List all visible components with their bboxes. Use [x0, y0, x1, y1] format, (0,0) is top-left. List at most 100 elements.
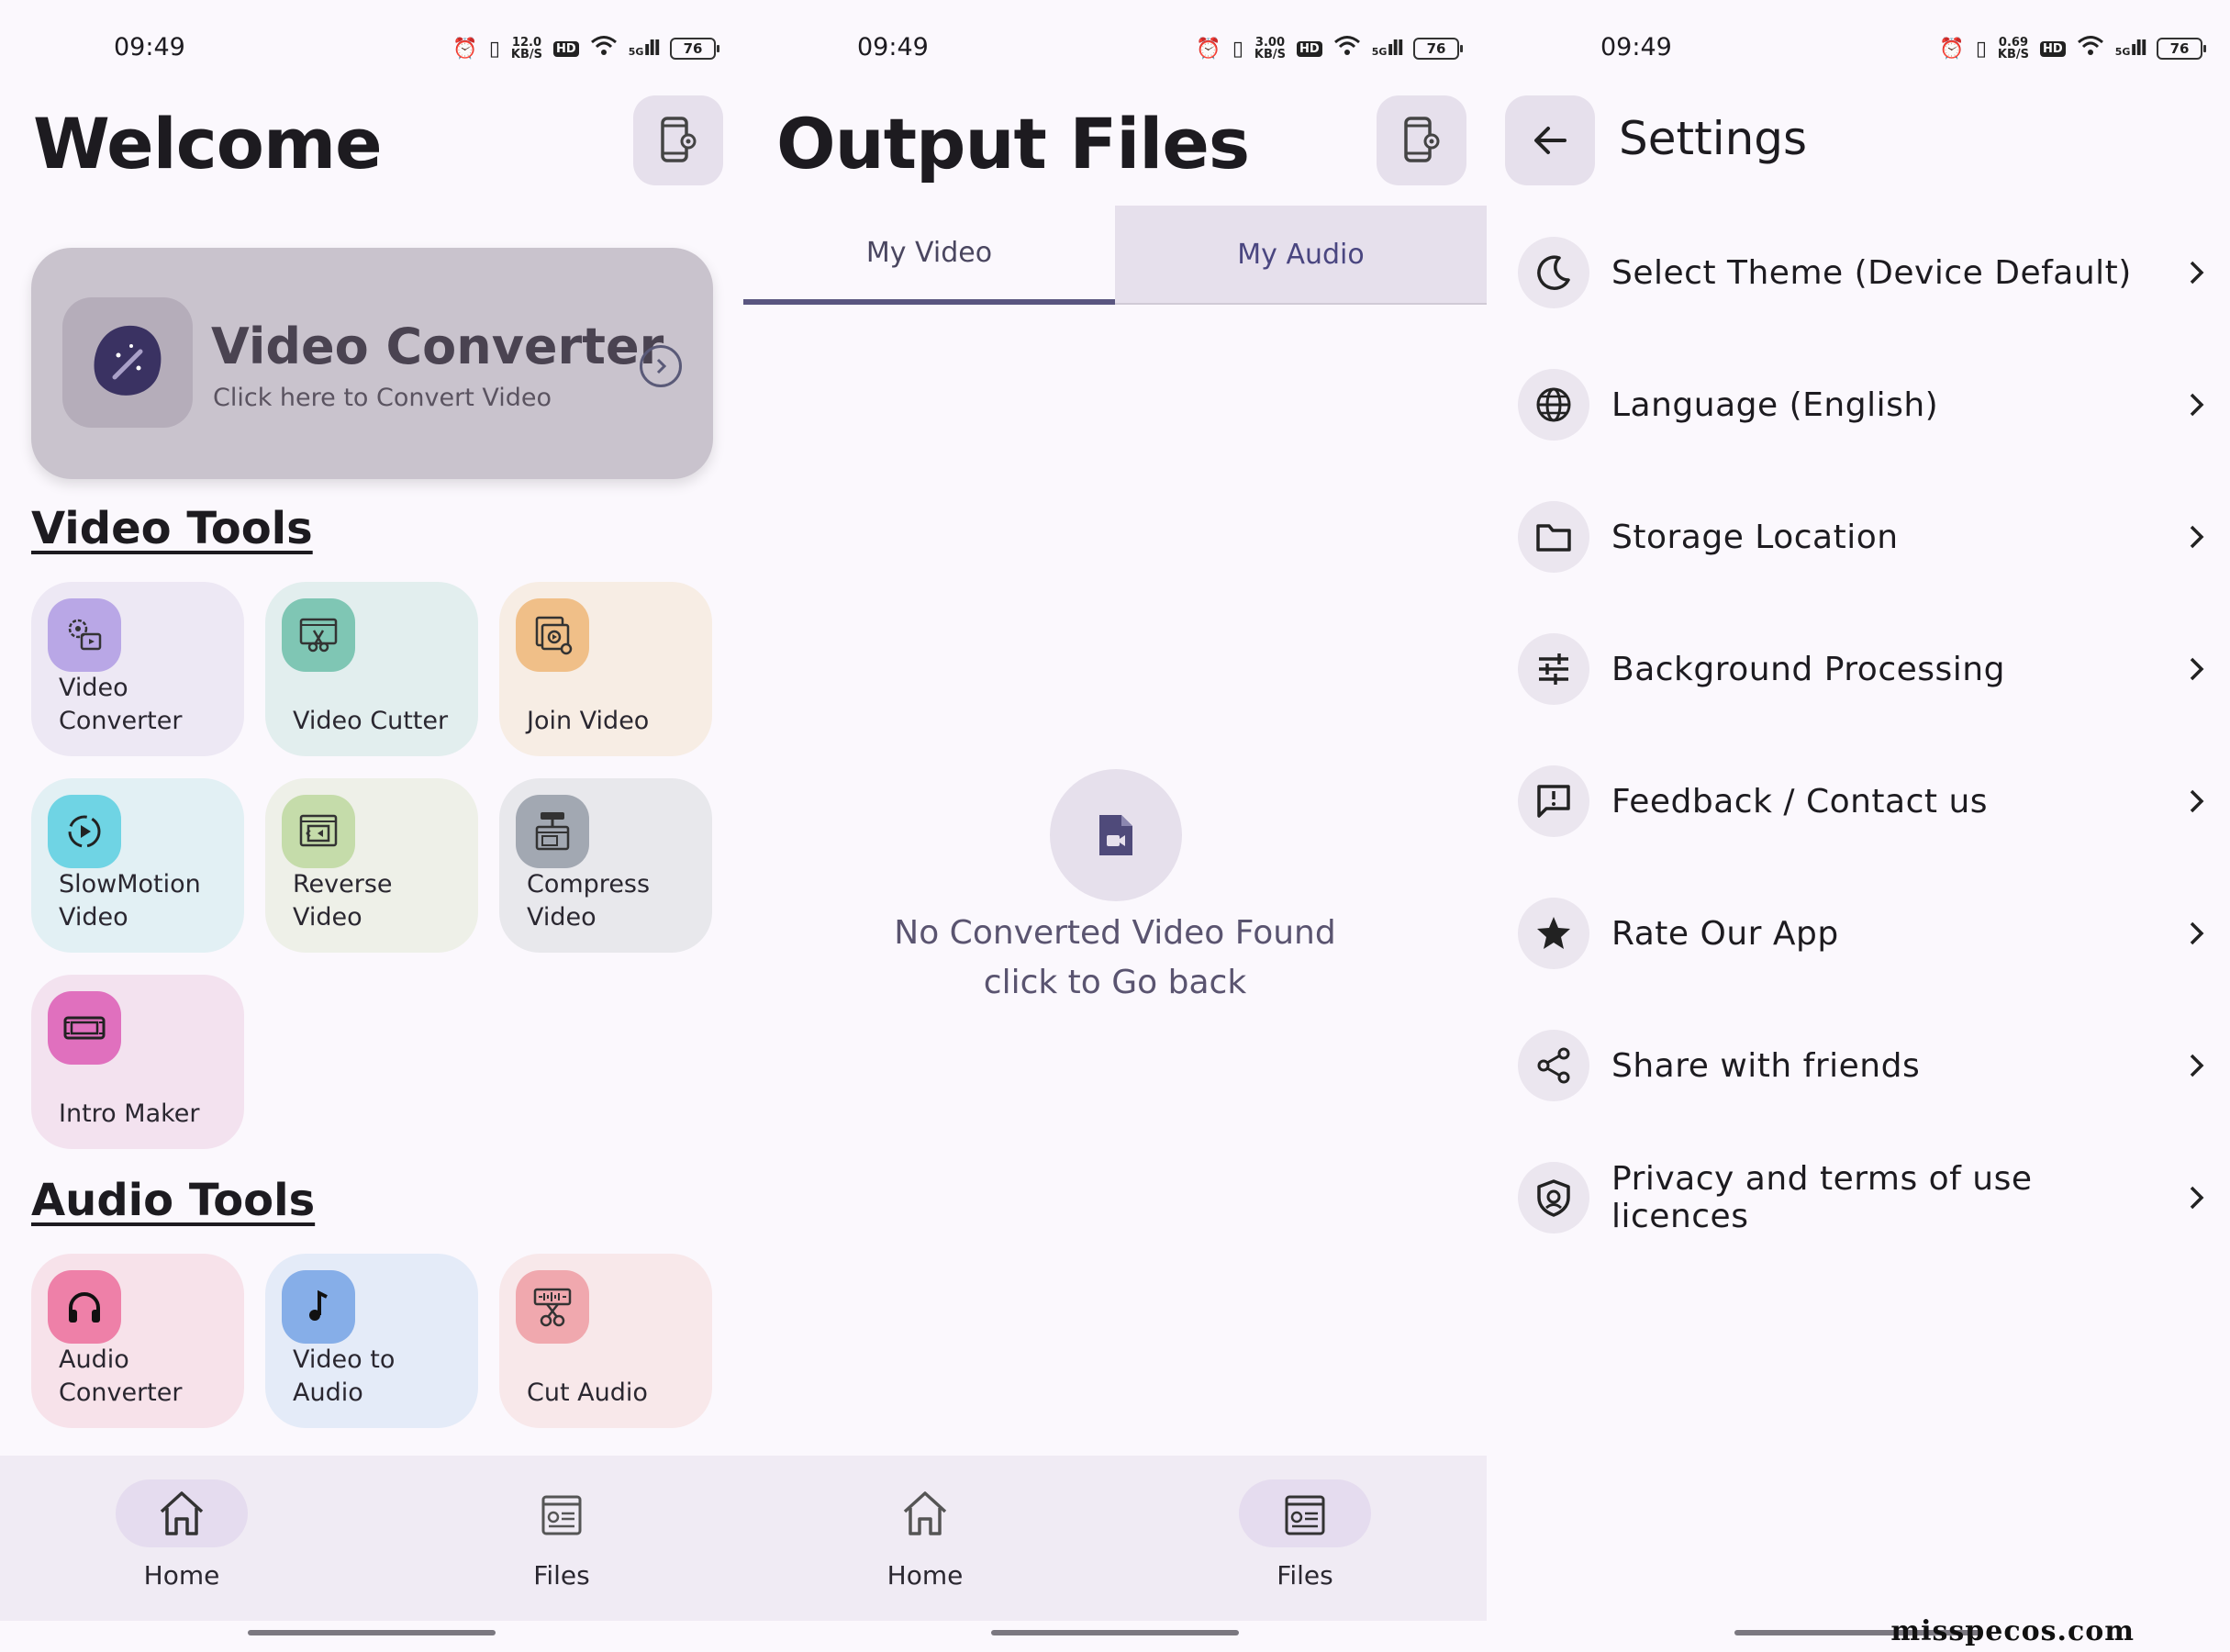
globe-icon	[1518, 369, 1589, 441]
tool-label: Video to Audio	[293, 1345, 396, 1407]
nav-files-label: Files	[1277, 1560, 1333, 1591]
tool-video-converter[interactable]: Video Converter	[31, 582, 244, 756]
nav-home[interactable]: Home	[72, 1479, 292, 1591]
share-icon	[1518, 1030, 1589, 1101]
tool-reverse-video[interactable]: Reverse Video	[265, 778, 478, 953]
files-icon	[1285, 1495, 1325, 1535]
status-icons: ⏰ ▯ 12.0 KB/S HD 5Gıll 76	[452, 35, 719, 62]
tool-audio-converter[interactable]: Audio Converter	[31, 1254, 244, 1428]
music-note-icon	[282, 1270, 355, 1344]
nav-home[interactable]: Home	[815, 1479, 1035, 1591]
tool-intro-maker[interactable]: Intro Maker	[31, 975, 244, 1149]
setting-share[interactable]: Share with friends	[1518, 1027, 2215, 1104]
tool-join-video[interactable]: Join Video	[499, 582, 712, 756]
home-screen: 09:49 ⏰ ▯ 12.0 KB/S HD 5Gıll 76 Welcome …	[0, 0, 743, 1652]
chevron-right-icon	[2179, 1179, 2215, 1216]
device-settings-icon	[1404, 117, 1440, 162]
chevron-right-icon	[2179, 254, 2215, 291]
status-time: 09:49	[857, 33, 929, 61]
alarm-icon: ⏰	[1196, 37, 1221, 61]
page-title: Welcome	[33, 103, 383, 184]
chevron-right-icon	[2179, 651, 2215, 687]
tool-slowmotion-video[interactable]: SlowMotion Video	[31, 778, 244, 953]
setting-language[interactable]: Language (English)	[1518, 366, 2215, 443]
network-speed: 3.00 KB/S	[1254, 36, 1287, 61]
hero-title: Video Converter	[211, 318, 664, 375]
intro-maker-icon	[48, 991, 121, 1065]
network-speed: 0.69 KB/S	[1997, 36, 2030, 61]
settings-button[interactable]	[633, 95, 723, 185]
tool-label: Compress Video	[527, 870, 651, 932]
wifi-icon	[1333, 35, 1361, 62]
status-icons: ⏰ ▯ 0.69 KB/S HD 5Gıll 76	[1939, 35, 2206, 62]
home-icon	[903, 1491, 947, 1535]
setting-background[interactable]: Background Processing	[1518, 631, 2215, 708]
chevron-right-icon	[2179, 386, 2215, 423]
setting-privacy[interactable]: Privacy and terms of use licences	[1518, 1159, 2215, 1236]
nav-files-label: Files	[533, 1560, 590, 1591]
page-title: Output Files	[776, 103, 1250, 184]
setting-storage[interactable]: Storage Location	[1518, 498, 2215, 575]
nav-home-pill	[116, 1479, 248, 1547]
empty-state-icon-wrap[interactable]	[1050, 769, 1182, 901]
tab-my-audio[interactable]: My Audio	[1115, 206, 1487, 305]
back-button[interactable]	[1505, 95, 1595, 185]
chevron-right-icon	[2179, 1047, 2215, 1084]
tool-cut-audio[interactable]: Cut Audio	[499, 1254, 712, 1428]
nav-files-pill	[496, 1479, 628, 1547]
signal-icon: 5Gıll	[1371, 37, 1404, 61]
setting-rate[interactable]: Rate Our App	[1518, 895, 2215, 972]
shield-icon	[1518, 1162, 1589, 1233]
files-icon	[541, 1495, 582, 1535]
device-settings-icon	[661, 117, 697, 162]
empty-state-message: No Converted Video Found	[894, 914, 1336, 952]
tool-video-to-audio[interactable]: Video to Audio	[265, 1254, 478, 1428]
video-cut-icon	[282, 598, 355, 672]
tool-label: Video Converter	[59, 674, 183, 735]
setting-label: Privacy and terms of use licences	[1611, 1160, 2033, 1235]
nav-files[interactable]: Files	[452, 1479, 672, 1591]
video-converter-card[interactable]: Video Converter Click here to Convert Vi…	[31, 248, 713, 479]
tool-label: Intro Maker	[59, 1099, 200, 1128]
signal-icon: 5Gıll	[2114, 37, 2147, 61]
battery-icon: 76	[670, 38, 719, 60]
settings-button[interactable]	[1377, 95, 1466, 185]
tool-video-cutter[interactable]: Video Cutter	[265, 582, 478, 756]
setting-label: Select Theme (Device Default)	[1611, 253, 2132, 292]
status-time: 09:49	[1600, 33, 1672, 61]
files-tabs: My Video My Audio	[743, 206, 1487, 305]
magic-wand-icon	[94, 325, 162, 396]
tool-label: Join Video	[527, 707, 650, 735]
vibrate-icon: ▯	[1975, 37, 1987, 61]
chevron-right-icon	[2179, 783, 2215, 820]
tool-compress-video[interactable]: Compress Video	[499, 778, 712, 953]
tab-my-video[interactable]: My Video	[743, 206, 1115, 305]
setting-label: Rate Our App	[1611, 914, 1839, 953]
settings-screen: 09:49 ⏰ ▯ 0.69 KB/S HD 5Gıll 76 Settings…	[1487, 0, 2230, 1652]
page-title: Settings	[1619, 112, 1808, 165]
audio-tools-title: Audio Tools	[31, 1175, 316, 1226]
setting-feedback[interactable]: Feedback / Contact us	[1518, 763, 2215, 840]
setting-theme[interactable]: Select Theme (Device Default)	[1518, 234, 2215, 311]
nav-files-pill	[1239, 1479, 1371, 1547]
bottom-nav: Home Files	[0, 1456, 743, 1621]
wifi-icon	[590, 35, 618, 62]
status-bar: 09:49 ⏰ ▯ 3.00 KB/S HD 5Gıll 76	[743, 33, 1487, 66]
slow-motion-icon	[48, 795, 121, 868]
setting-label: Background Processing	[1611, 650, 2005, 688]
sliders-icon	[1518, 633, 1589, 705]
home-icon	[160, 1491, 204, 1535]
hero-icon	[62, 297, 193, 428]
tool-label: Reverse Video	[293, 870, 393, 932]
status-time: 09:49	[114, 33, 185, 61]
home-indicator	[248, 1630, 496, 1635]
files-screen: 09:49 ⏰ ▯ 3.00 KB/S HD 5Gıll 76 Output F…	[743, 0, 1487, 1652]
compress-video-icon	[516, 795, 589, 868]
nav-files[interactable]: Files	[1195, 1479, 1415, 1591]
tool-label: Audio Converter	[59, 1345, 183, 1407]
reverse-video-icon	[282, 795, 355, 868]
vibrate-icon: ▯	[488, 37, 500, 61]
go-back-link[interactable]: click to Go back	[743, 958, 1487, 1008]
status-icons: ⏰ ▯ 3.00 KB/S HD 5Gıll 76	[1196, 35, 1463, 62]
join-video-icon	[516, 598, 589, 672]
